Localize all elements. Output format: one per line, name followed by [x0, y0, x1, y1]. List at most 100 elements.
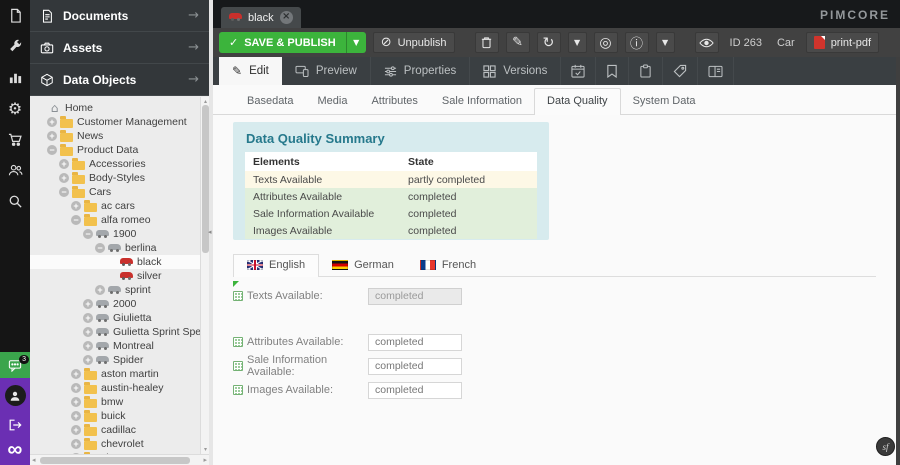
unpublish-button[interactable]: ⊘ Unpublish [373, 32, 455, 53]
tree-item[interactable]: +Giulietta [30, 311, 200, 325]
field-input-sale-information-available[interactable] [368, 358, 462, 375]
tab-tags[interactable] [663, 57, 698, 85]
save-publish-button[interactable]: ✓SAVE & PUBLISH ▼ [219, 32, 366, 53]
subtab-system-data[interactable]: System Data [621, 89, 708, 114]
user-avatar[interactable] [5, 385, 26, 406]
expander-icon[interactable]: + [46, 117, 58, 128]
expander-icon[interactable]: + [94, 285, 106, 296]
pimcore-loop-logo[interactable]: ∞ [8, 440, 23, 460]
expander-icon[interactable]: + [82, 313, 94, 324]
tree-item[interactable]: +Gulietta Sprint Specia [30, 325, 200, 339]
close-icon[interactable]: × [280, 11, 293, 24]
tree-item[interactable]: +sprint [30, 283, 200, 297]
tab-preview[interactable]: Preview [282, 57, 371, 85]
expander-icon[interactable]: + [70, 425, 82, 436]
field-input-images-available[interactable] [368, 382, 462, 399]
reload-button[interactable]: ↻ [537, 32, 561, 53]
print-pdf-button[interactable]: print-pdf [806, 32, 879, 53]
reports-icon[interactable] [0, 62, 30, 93]
expand-arrow-icon[interactable]: → [188, 40, 199, 55]
expander-icon[interactable]: + [58, 159, 70, 170]
subtab-basedata[interactable]: Basedata [235, 89, 305, 114]
expand-arrow-icon[interactable]: → [188, 72, 199, 87]
tab-schedule[interactable] [561, 57, 596, 85]
expander-icon[interactable]: + [70, 201, 82, 212]
language-tab-french[interactable]: French [407, 255, 489, 276]
expander-icon[interactable]: − [82, 229, 94, 240]
expander-icon[interactable]: + [58, 173, 70, 184]
tree-item[interactable]: +austin-healey [30, 381, 200, 395]
expander-icon[interactable]: − [58, 187, 70, 198]
expander-icon[interactable]: − [46, 145, 58, 156]
tree-item[interactable]: +News [30, 129, 200, 143]
tree-item[interactable]: −alfa romeo [30, 213, 200, 227]
tree-item[interactable]: +Montreal [30, 339, 200, 353]
info-dropdown-caret[interactable]: ▼ [656, 32, 675, 53]
scrollbar-thumb[interactable] [40, 457, 190, 464]
tree-item[interactable]: +chevrolet [30, 437, 200, 451]
expander-icon[interactable]: + [82, 299, 94, 310]
expander-icon[interactable]: + [82, 327, 94, 338]
tab-notes[interactable] [596, 57, 629, 85]
tab-reports[interactable] [629, 57, 663, 85]
subtab-attributes[interactable]: Attributes [359, 89, 429, 114]
info-button[interactable]: ⓘ [625, 32, 649, 53]
open-preview-button[interactable] [695, 32, 719, 53]
subtab-sale-information[interactable]: Sale Information [430, 89, 534, 114]
expander-icon[interactable]: + [70, 383, 82, 394]
tree-item[interactable]: ⌂Home [30, 101, 200, 115]
tab-layout[interactable] [698, 57, 734, 85]
panel-splitter[interactable]: ◂ [209, 0, 213, 465]
tree-item[interactable]: +Accessories [30, 157, 200, 171]
expand-arrow-icon[interactable]: → [188, 8, 199, 23]
tree-item[interactable]: black [30, 255, 200, 269]
nav-section-data-objects[interactable]: Data Objects → [30, 64, 209, 96]
tree-item[interactable]: +ac cars [30, 199, 200, 213]
expander-icon[interactable]: + [70, 411, 82, 422]
expander-icon[interactable]: + [70, 369, 82, 380]
tree-item[interactable]: −berlina [30, 241, 200, 255]
tree-vertical-scrollbar[interactable]: ▴ ▾ [200, 97, 209, 454]
tree-item[interactable]: +2000 [30, 297, 200, 311]
tree-item[interactable]: silver [30, 269, 200, 283]
tree-item[interactable]: −1900 [30, 227, 200, 241]
expander-icon[interactable]: − [70, 215, 82, 226]
expander-icon[interactable]: + [82, 341, 94, 352]
nav-section-assets[interactable]: Assets → [30, 32, 209, 64]
expander-icon[interactable]: + [82, 355, 94, 366]
tree-item[interactable]: +aston martin [30, 367, 200, 381]
tree-item[interactable]: +Customer Management [30, 115, 200, 129]
tab-properties[interactable]: Properties [371, 57, 470, 85]
logout-icon[interactable] [8, 414, 22, 436]
language-tab-german[interactable]: German [319, 255, 407, 276]
delete-button[interactable] [475, 32, 499, 53]
tree-item[interactable]: +Body-Styles [30, 171, 200, 185]
field-input-attributes-available[interactable] [368, 334, 462, 351]
expander-icon[interactable]: − [94, 243, 106, 254]
open-object-tab[interactable]: black × [221, 7, 301, 28]
ecommerce-icon[interactable] [0, 124, 30, 155]
reload-dropdown-caret[interactable]: ▼ [568, 32, 587, 53]
expander-icon[interactable]: + [70, 439, 82, 450]
nav-section-documents[interactable]: Documents → [30, 0, 209, 32]
expander-icon[interactable]: + [70, 397, 82, 408]
tree-item[interactable]: +bmw [30, 395, 200, 409]
notifications-button[interactable]: 3 [0, 352, 30, 378]
tab-edit[interactable]: ✎ Edit [219, 57, 282, 85]
tab-versions[interactable]: Versions [470, 57, 561, 85]
subtab-media[interactable]: Media [305, 89, 359, 114]
tree-item[interactable]: −Cars [30, 185, 200, 199]
collapse-handle-icon[interactable]: ◂ [208, 228, 212, 236]
expander-icon[interactable]: + [46, 131, 58, 142]
save-dropdown-caret[interactable]: ▼ [346, 32, 366, 53]
tree-horizontal-scrollbar[interactable]: ◂ ▸ [30, 454, 209, 465]
locate-in-tree-button[interactable]: ◎ [594, 32, 618, 53]
tree-item[interactable]: +buick [30, 409, 200, 423]
symfony-debug-badge[interactable]: sf [876, 437, 895, 456]
tree-item[interactable]: −Product Data [30, 143, 200, 157]
tree-item[interactable]: +cadillac [30, 423, 200, 437]
subtab-data-quality[interactable]: Data Quality [534, 88, 621, 115]
rename-button[interactable]: ✎ [506, 32, 530, 53]
tools-icon[interactable] [0, 31, 30, 62]
tree-item[interactable]: +Spider [30, 353, 200, 367]
